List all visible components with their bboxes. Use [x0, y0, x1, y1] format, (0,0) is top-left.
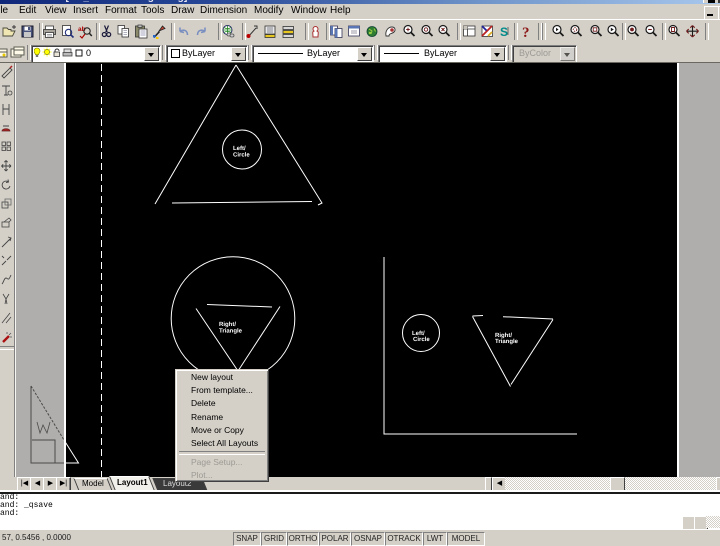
- svg-text:?: ?: [522, 25, 530, 39]
- svg-text:Circle: Circle: [233, 152, 250, 159]
- svg-text:S: S: [500, 25, 508, 39]
- svg-text:Right/: Right/: [219, 321, 236, 328]
- svg-text:Triangle: Triangle: [219, 328, 243, 335]
- svg-text:Triangle: Triangle: [495, 338, 519, 345]
- svg-text:Right/: Right/: [495, 332, 512, 339]
- svg-text:Left/: Left/: [412, 330, 425, 337]
- svg-text:Circle: Circle: [413, 336, 430, 343]
- svg-text:Left/: Left/: [233, 145, 246, 152]
